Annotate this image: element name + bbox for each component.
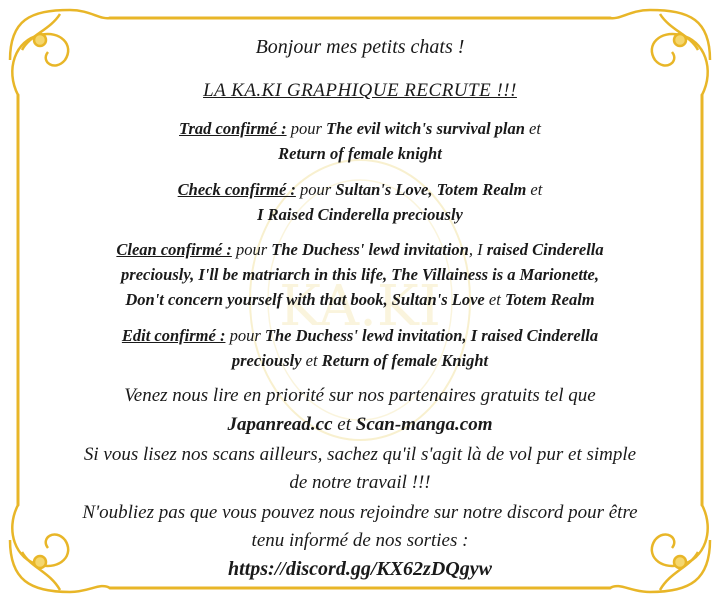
japanread-link[interactable]: Japanread.cc	[228, 414, 333, 435]
partners-intro: Venez nous lire en priorité sur nos part…	[124, 385, 596, 406]
scan-manga-link[interactable]: Scan-manga.com	[356, 414, 493, 435]
clean-line-1: Clean confirmé : pour The Duchess' lewd …	[116, 240, 604, 259]
edit-line-2: preciously et Return of female Knight	[231, 351, 489, 370]
clean-label: Clean confirmé :	[116, 240, 232, 259]
clean-line-3: Don't concern yourself with that book, S…	[125, 290, 595, 309]
recruit-title: LA KA.KI GRAPHIQUE RECRUTE !!!	[203, 80, 517, 101]
check-line-1: Check confirmé : pour Sultan's Love, Tot…	[177, 180, 543, 199]
trad-label: Trad confirmé :	[179, 119, 287, 138]
discord-line-2: tenu informé de nos sorties :	[251, 530, 469, 551]
check-line-2: I Raised Cinderella preciously	[257, 205, 463, 224]
check-label: Check confirmé :	[177, 180, 296, 199]
edit-label: Edit confirmé :	[121, 326, 226, 345]
partners-sites: Japanread.cc et Scan-manga.com	[227, 414, 493, 435]
trad-line-2: Return of female knight	[278, 144, 442, 163]
warning-line-2: de notre travail !!!	[289, 472, 431, 493]
trad-line-1: Trad confirmé : pour The evil witch's su…	[179, 119, 541, 138]
warning-line-1: Si vous lisez nos scans ailleurs, sachez…	[83, 444, 637, 465]
discord-link[interactable]: https://discord.gg/KX62zDQgyw	[0, 558, 720, 581]
edit-line-1: Edit confirmé : pour The Duchess' lewd i…	[121, 326, 599, 345]
greeting: Bonjour mes petits chats !	[255, 36, 465, 58]
recruitment-page: KA.KI Bonjour mes petits chats ! LA KA.K…	[0, 0, 720, 600]
discord-line-1: N'oubliez pas que vous pouvez nous rejoi…	[82, 502, 638, 523]
clean-line-2: preciously, I'll be matriarch in this li…	[121, 265, 599, 284]
